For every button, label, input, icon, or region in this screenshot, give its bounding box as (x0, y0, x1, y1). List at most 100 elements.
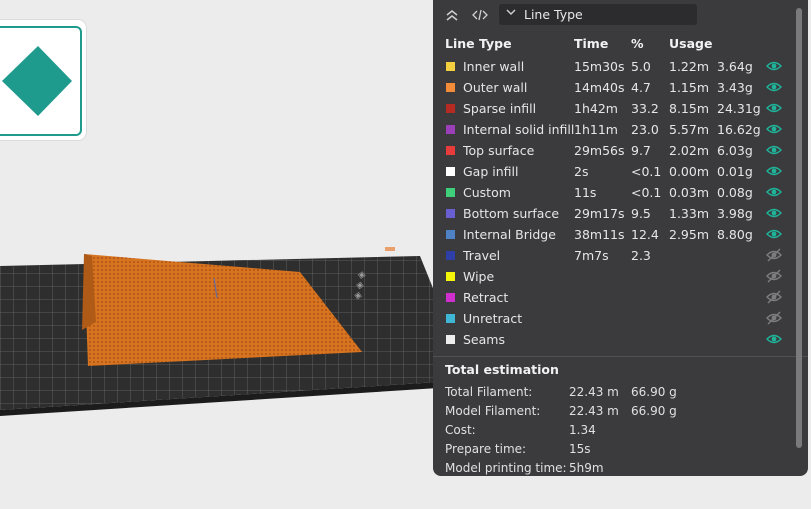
line-type-name: Internal Bridge (463, 227, 556, 242)
line-weight: 16.62g (717, 122, 761, 137)
line-time: 38m11s (574, 227, 625, 242)
line-time: 7m7s (574, 248, 609, 263)
eye-off-icon[interactable] (766, 311, 782, 325)
line-length: 0.03m (669, 185, 710, 200)
total-label: Total Filament: (445, 385, 533, 399)
line-weight: 0.01g (717, 164, 753, 179)
total-row: Model printing time: 5h9m (433, 459, 808, 478)
legend-row[interactable]: Gap infill 2s <0.1 0.00m 0.01g (433, 161, 808, 182)
line-weight: 8.80g (717, 227, 753, 242)
line-percent: 4.7 (631, 80, 651, 95)
code-icon[interactable] (471, 6, 489, 24)
panel-scrollbar[interactable] (796, 8, 802, 448)
color-swatch (446, 104, 455, 113)
color-swatch (446, 125, 455, 134)
legend-row[interactable]: Sparse infill 1h42m 33.2 8.15m 24.31g (433, 98, 808, 119)
line-weight: 6.03g (717, 143, 753, 158)
line-type-name: Custom (463, 185, 511, 200)
line-type-name: Travel (463, 248, 501, 263)
color-swatch (446, 293, 455, 302)
line-weight: 3.43g (717, 80, 753, 95)
total-estimation-title: Total estimation (445, 362, 559, 377)
legend-row[interactable]: Outer wall 14m40s 4.7 1.15m 3.43g (433, 77, 808, 98)
line-percent: 5.0 (631, 59, 651, 74)
view-type-select[interactable]: Line Type (499, 4, 697, 25)
line-time: 29m56s (574, 143, 625, 158)
view-cube[interactable] (0, 20, 86, 140)
legend-panel: Line Type Line Type Time % Usage Inner w… (433, 0, 808, 476)
line-percent: 33.2 (631, 101, 659, 116)
total-row: Cost: 1.34 (433, 421, 808, 440)
line-time: 14m40s (574, 80, 625, 95)
total-label: Model printing time: (445, 461, 567, 475)
eye-off-icon[interactable] (766, 290, 782, 304)
line-type-name: Seams (463, 332, 505, 347)
eye-icon[interactable] (766, 164, 782, 178)
line-length: 1.15m (669, 80, 710, 95)
legend-row[interactable]: Custom 11s <0.1 0.03m 0.08g (433, 182, 808, 203)
legend-row[interactable]: Bottom surface 29m17s 9.5 1.33m 3.98g (433, 203, 808, 224)
line-length: 1.22m (669, 59, 710, 74)
line-weight: 3.98g (717, 206, 753, 221)
color-swatch (446, 167, 455, 176)
eye-icon[interactable] (766, 101, 782, 115)
eye-icon[interactable] (766, 122, 782, 136)
line-type-name: Bottom surface (463, 206, 560, 221)
total-label: Prepare time: (445, 442, 527, 456)
color-swatch (446, 251, 455, 260)
eye-icon[interactable] (766, 185, 782, 199)
line-percent: 9.5 (631, 206, 651, 221)
legend-row[interactable]: Seams (433, 329, 808, 350)
legend-row[interactable]: Retract (433, 287, 808, 308)
line-percent: <0.1 (631, 185, 662, 200)
line-type-name: Outer wall (463, 80, 528, 95)
total-row: Total Filament: 22.43 m 66.90 g (433, 383, 808, 402)
line-length: 1.33m (669, 206, 710, 221)
line-type-name: Internal solid infill (463, 122, 575, 137)
eye-icon[interactable] (766, 332, 782, 346)
legend-row[interactable]: Travel 7m7s 2.3 (433, 245, 808, 266)
legend-row[interactable]: Internal solid infill 1h11m 23.0 5.57m 16.62… (433, 119, 808, 140)
line-percent: 2.3 (631, 248, 651, 263)
color-swatch (446, 230, 455, 239)
total-value-1: 22.43 m (569, 404, 619, 418)
line-percent: 9.7 (631, 143, 651, 158)
line-length: 0.00m (669, 164, 710, 179)
eye-icon[interactable] (766, 227, 782, 241)
line-weight: 24.31g (717, 101, 761, 116)
total-row: Model Filament: 22.43 m 66.90 g (433, 402, 808, 421)
eye-icon[interactable] (766, 80, 782, 94)
divider (433, 356, 808, 357)
line-type-name: Gap infill (463, 164, 519, 179)
line-time: 2s (574, 164, 589, 179)
header-line-type: Line Type (445, 36, 512, 51)
color-swatch (446, 209, 455, 218)
color-swatch (446, 62, 455, 71)
chevron-down-icon (505, 6, 517, 21)
legend-row[interactable]: Wipe (433, 266, 808, 287)
line-time: 1h11m (574, 122, 618, 137)
eye-icon[interactable] (766, 143, 782, 157)
total-value-1: 22.43 m (569, 385, 619, 399)
line-weight: 3.64g (717, 59, 753, 74)
legend-row[interactable]: Unretract (433, 308, 808, 329)
line-length: 5.57m (669, 122, 710, 137)
double-chevron-up-icon[interactable] (443, 6, 461, 24)
line-percent: <0.1 (631, 164, 662, 179)
eye-icon[interactable] (766, 59, 782, 73)
eye-off-icon[interactable] (766, 248, 782, 262)
line-percent: 23.0 (631, 122, 659, 137)
legend-row[interactable]: Top surface 29m56s 9.7 2.02m 6.03g (433, 140, 808, 161)
legend-row[interactable]: Inner wall 15m30s 5.0 1.22m 3.64g (433, 56, 808, 77)
eye-off-icon[interactable] (766, 269, 782, 283)
color-swatch (446, 83, 455, 92)
eye-icon[interactable] (766, 206, 782, 220)
color-swatch (446, 188, 455, 197)
line-type-name: Wipe (463, 269, 495, 284)
legend-row[interactable]: Internal Bridge 38m11s 12.4 2.95m 8.80g (433, 224, 808, 245)
color-swatch (446, 146, 455, 155)
color-swatch (446, 335, 455, 344)
line-type-name: Inner wall (463, 59, 525, 74)
header-percent: % (631, 36, 644, 51)
total-value-1: 5h9m (569, 461, 604, 475)
